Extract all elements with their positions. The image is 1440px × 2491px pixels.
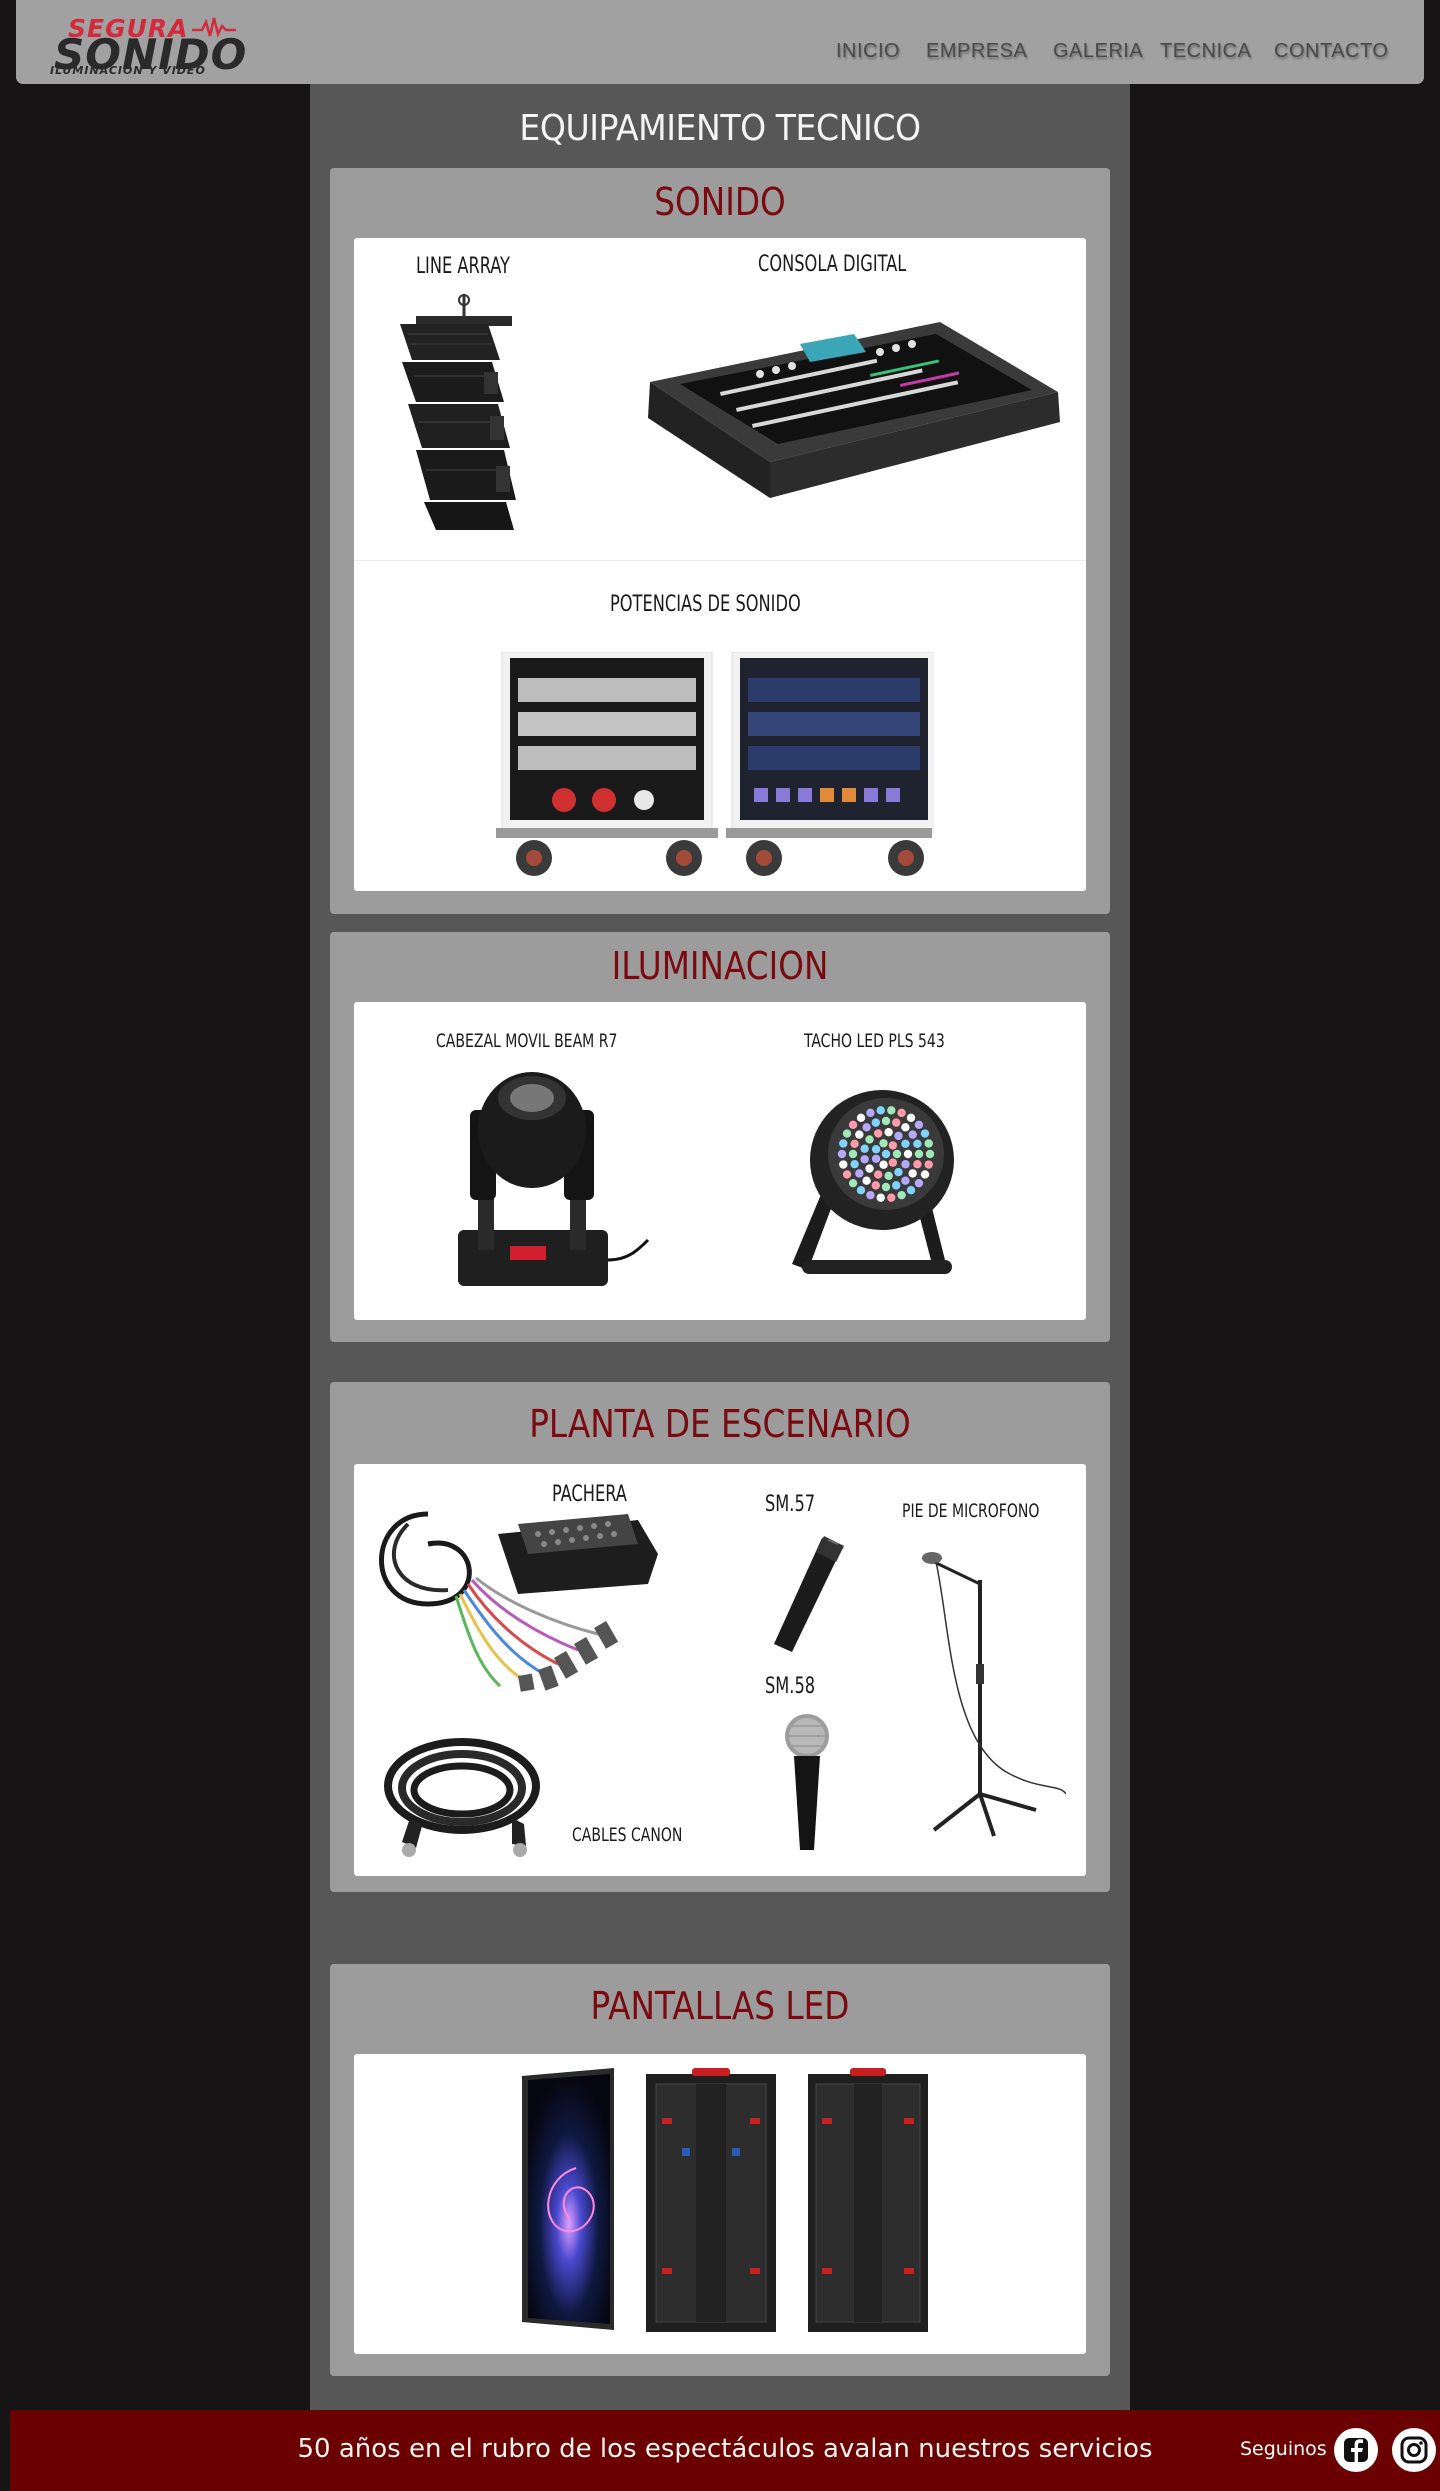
site-header: SEGURA SONIDO ILUMINACION Y VIDEO INICIO… [16, 0, 1424, 84]
tacho-led-image [792, 1090, 954, 1274]
label-cabezal-movil: CABEZAL MOVIL BEAM R7 [436, 1030, 618, 1052]
page-title: EQUIPAMIENTO TECNICO [519, 108, 921, 149]
nav-link-inicio[interactable]: INICIO [836, 40, 900, 63]
footer-tagline: 50 años en el rubro de los espectáculos … [297, 2434, 1153, 2464]
section-title-iluminacion: ILUMINACION [611, 944, 829, 988]
label-cables-canon: CABLES CANON [572, 1824, 683, 1846]
cabezal-movil-image [458, 1072, 650, 1286]
nav-link-contacto[interactable]: CONTACTO [1274, 40, 1388, 63]
main-nav: INICIO EMPRESA GALERIA TECNICA CONTACTO [16, 40, 1424, 68]
pantallas-panel [354, 2054, 1086, 2354]
nav-link-tecnica[interactable]: TECNICA [1160, 40, 1251, 63]
section-planta: PLANTA DE ESCENARIO PACHERA SM.57 PIE DE… [330, 1382, 1110, 1892]
consola-digital-image [648, 322, 1060, 498]
section-sonido: SONIDO LINE ARRAY CONSOLA DIGITAL POTENC… [330, 168, 1110, 914]
nav-link-empresa[interactable]: EMPRESA [926, 40, 1027, 63]
site-footer: 50 años en el rubro de los espectáculos … [10, 2410, 1440, 2491]
section-title-pantallas: PANTALLAS LED [590, 1984, 850, 2028]
section-pantallas: PANTALLAS LED [330, 1964, 1110, 2376]
pie-microfono-image [922, 1552, 1066, 1837]
planta-panel: PACHERA SM.57 PIE DE MICROFONO SM.58 CAB… [354, 1464, 1086, 1876]
label-sm57: SM.57 [765, 1492, 816, 1517]
label-tacho-led: TACHO LED PLS 543 [804, 1030, 945, 1052]
label-pie-microfono: PIE DE MICROFONO [902, 1500, 1040, 1522]
section-title-sonido: SONIDO [654, 180, 786, 224]
pantallas-led-image [522, 2068, 928, 2332]
label-consola-digital: CONSOLA DIGITAL [758, 252, 907, 277]
sonido-panel: LINE ARRAY CONSOLA DIGITAL POTENCIAS DE … [354, 238, 1086, 891]
iluminacion-panel: CABEZAL MOVIL BEAM R7 TACHO LED PLS 543 [354, 1002, 1086, 1320]
potencias-rack-image [496, 652, 934, 876]
pachera-image [379, 1511, 658, 1692]
cables-canon-image [384, 1738, 540, 1857]
panel-divider [354, 560, 1086, 561]
line-array-image [400, 294, 516, 530]
follow-label: Seguinos [1240, 2438, 1327, 2460]
section-title-planta: PLANTA DE ESCENARIO [529, 1402, 911, 1446]
label-sm58: SM.58 [765, 1674, 816, 1699]
label-potencias: POTENCIAS DE SONIDO [610, 592, 801, 617]
facebook-icon[interactable] [1334, 2428, 1378, 2472]
section-iluminacion: ILUMINACION CABEZAL MOVIL BEAM R7 TACHO … [330, 932, 1110, 1342]
instagram-icon[interactable] [1392, 2428, 1436, 2472]
sm58-microphone-image [785, 1714, 829, 1850]
main-content: EQUIPAMIENTO TECNICO SONIDO LINE ARRAY C… [310, 84, 1130, 2410]
nav-link-galeria[interactable]: GALERIA [1053, 40, 1143, 63]
label-line-array: LINE ARRAY [416, 254, 510, 279]
sm57-microphone-image [774, 1536, 844, 1652]
